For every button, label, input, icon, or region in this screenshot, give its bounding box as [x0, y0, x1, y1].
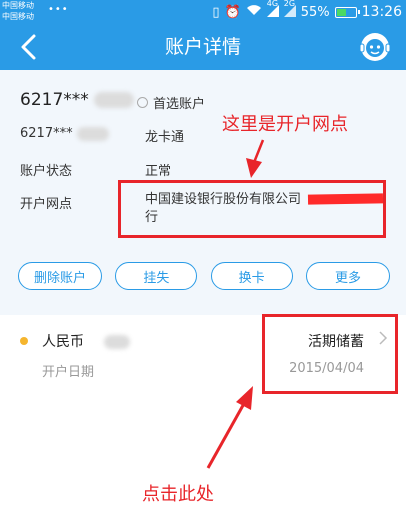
account-status-value: 正常 — [145, 164, 172, 179]
vibrate-icon: ▯ — [212, 4, 220, 20]
currency-text: 人民币 — [42, 334, 84, 350]
account-status-label: 账户状态 — [20, 164, 73, 179]
account-number-text: 6217*** — [20, 90, 89, 110]
signal-2g-label: 2G — [283, 0, 296, 8]
clock: 13:26 — [361, 4, 402, 20]
card-number-text: 6217*** — [20, 126, 73, 141]
notification-dots: ••• — [48, 4, 69, 15]
battery-icon — [334, 6, 360, 18]
masked-card-digits — [76, 126, 109, 141]
customer-service-icon — [359, 33, 391, 61]
status-icons: ▯ ⏰ 4G 2G 55% 13:26 — [212, 0, 402, 21]
signal-2g-icon: 2G — [283, 0, 296, 19]
masked-digits — [94, 92, 135, 108]
currency-bullet — [20, 337, 28, 345]
branch-highlight-box — [118, 180, 386, 238]
signal-4g-icon: 4G — [266, 0, 279, 19]
alarm-icon: ⏰ — [224, 4, 241, 20]
card-number-label: 6217*** — [20, 126, 109, 141]
more-button[interactable]: 更多 — [305, 262, 390, 290]
masked-subaccount — [104, 335, 131, 349]
account-number: 6217*** — [20, 90, 135, 110]
signal-4g-label: 4G — [266, 0, 279, 8]
battery-percent: 55% — [300, 4, 330, 20]
carrier-label-1: 中国移动 — [2, 1, 34, 10]
replace-card-button[interactable]: 换卡 — [210, 262, 293, 290]
page-title: 账户详情 — [164, 36, 241, 58]
open-date-label: 开户日期 — [42, 365, 95, 380]
annotation-click-here: 点击此处 — [142, 484, 214, 505]
arrow-up-icon — [206, 386, 253, 469]
wifi-icon — [246, 4, 262, 20]
preferred-account-toggle[interactable]: 首选账户 — [137, 93, 205, 112]
battery-fill — [336, 8, 346, 16]
currency-label: 人民币 — [42, 331, 131, 351]
nav-bar: 账户详情 — [0, 24, 406, 70]
branch-label: 开户网点 — [20, 197, 73, 212]
card-type-value: 龙卡通 — [145, 130, 185, 145]
carrier-label-2: 中国移动 — [2, 12, 34, 21]
radio-icon[interactable] — [137, 97, 148, 108]
status-bar: 中国移动 中国移动 ••• ▯ ⏰ 4G 2G 55% 13:26 — [0, 0, 406, 24]
preferred-account-label: 首选账户 — [153, 97, 206, 112]
action-buttons: 删除账户 挂失 换卡 更多 — [18, 262, 390, 290]
report-loss-button[interactable]: 挂失 — [115, 262, 198, 290]
customer-service-button[interactable] — [358, 30, 392, 64]
delete-account-button[interactable]: 删除账户 — [18, 262, 102, 290]
annotation-branch: 这里是开户网点 — [222, 114, 348, 135]
subaccount-highlight-box — [262, 314, 398, 394]
